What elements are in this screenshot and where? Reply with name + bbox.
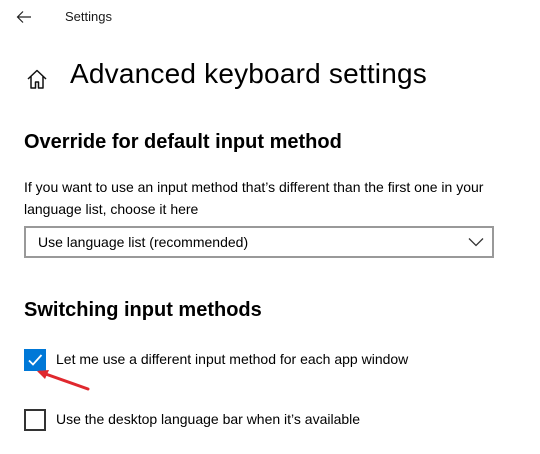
desktop-language-bar-checkbox[interactable] (24, 409, 46, 431)
desktop-language-bar-label: Use the desktop language bar when it’s a… (56, 411, 361, 427)
back-arrow-icon (16, 11, 31, 23)
override-section-title: Override for default input method (24, 131, 342, 153)
red-arrow-icon (37, 370, 90, 391)
page-title: Advanced keyboard settings (70, 58, 427, 89)
chevron-down-icon (468, 235, 484, 249)
settings-window: Settings Advanced keyboard settings Over… (0, 0, 540, 454)
per-app-input-method-label: Let me use a different input method for … (56, 351, 409, 367)
back-button[interactable] (10, 5, 38, 29)
home-icon[interactable] (24, 66, 50, 92)
app-title: Settings (65, 9, 112, 24)
dropdown-selected-value: Use language list (recommended) (38, 234, 249, 250)
switching-section-title: Switching input methods (24, 299, 262, 321)
override-description: If you want to use an input method that’… (24, 179, 484, 217)
input-method-dropdown[interactable]: Use language list (recommended) (24, 226, 494, 258)
title-bar: Settings (0, 0, 540, 34)
